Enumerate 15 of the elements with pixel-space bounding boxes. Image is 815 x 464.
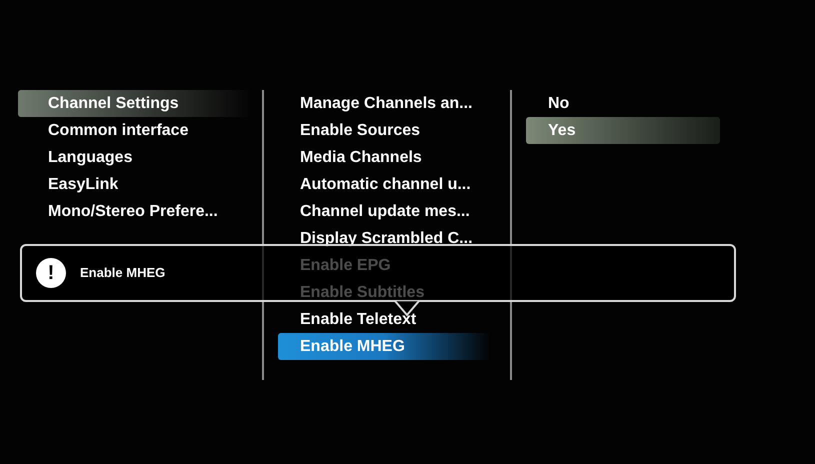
menu-item[interactable]: Manage Channels an... xyxy=(278,90,490,117)
menu-item[interactable]: No xyxy=(526,90,720,117)
menu-item[interactable]: Automatic channel u... xyxy=(278,171,490,198)
menu-item[interactable]: Mono/Stereo Prefere... xyxy=(18,198,252,225)
popup-message: Enable MHEG xyxy=(80,264,166,282)
menu-item[interactable]: Common interface xyxy=(18,117,252,144)
menu-item[interactable]: Enable Sources xyxy=(278,117,490,144)
menu-item[interactable]: Channel update mes... xyxy=(278,198,490,225)
menu-item[interactable]: Enable Teletext xyxy=(278,306,490,333)
menu-item[interactable]: EasyLink xyxy=(18,171,252,198)
menu-item[interactable]: Languages xyxy=(18,144,252,171)
alert-icon: ! xyxy=(36,258,66,288)
menu-item[interactable]: Media Channels xyxy=(278,144,490,171)
menu-item[interactable]: Enable MHEG xyxy=(278,333,490,360)
menu-item[interactable]: Yes xyxy=(526,117,720,144)
